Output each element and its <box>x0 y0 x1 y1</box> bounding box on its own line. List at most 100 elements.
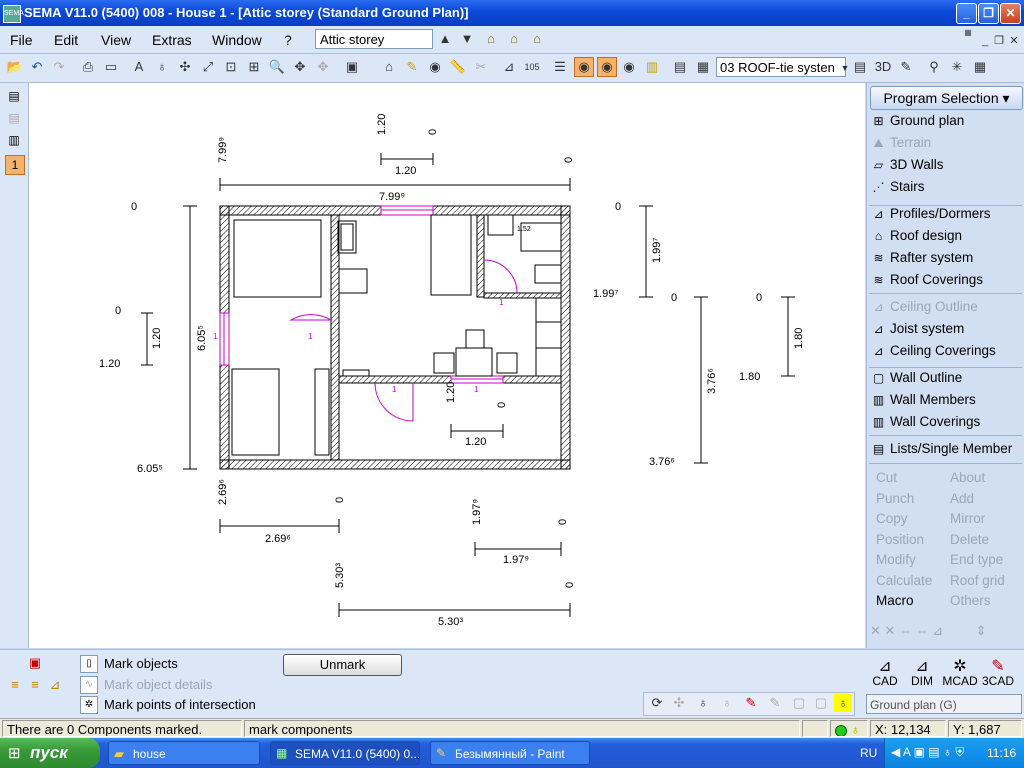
house-view-icon[interactable]: ⌂ <box>380 58 398 76</box>
eye-settings-icon[interactable]: ◉ <box>620 58 638 76</box>
display-icon[interactable]: ▦ <box>694 58 712 76</box>
cad-button[interactable]: ⊿ CAD <box>867 656 903 688</box>
dim-button[interactable]: ⊿ DIM <box>904 656 940 688</box>
3d-icon[interactable]: 3D <box>874 58 892 76</box>
snap-tool-icon[interactable]: ✎ <box>742 694 760 712</box>
command-delete[interactable]: Delete <box>950 532 989 547</box>
eye-icon[interactable]: ◉ <box>426 58 444 76</box>
dimension-icon[interactable]: ⊿ <box>500 58 518 76</box>
mcad-button[interactable]: ✲ MCAD <box>942 656 978 688</box>
house-icon-2[interactable]: ⌂ <box>505 30 523 48</box>
command-punch[interactable]: Punch <box>876 491 914 506</box>
mark-objects-option[interactable]: Mark objects <box>104 656 178 671</box>
program-item-profiles-dormers[interactable]: ⊿ Profiles/Dormers <box>871 206 990 221</box>
mark-details-option[interactable]: Mark object details <box>104 677 212 692</box>
list-icon[interactable]: ▤ <box>851 58 869 76</box>
menu-edit[interactable]: Edit <box>54 32 78 48</box>
program-item-wall-members[interactable]: ▥ Wall Members <box>871 392 976 407</box>
close-button[interactable]: ✕ <box>1000 3 1021 24</box>
menu-view[interactable]: View <box>101 32 131 48</box>
program-item-ceiling-outline[interactable]: ⊿ Ceiling Outline <box>871 299 977 314</box>
program-item-ground-plan[interactable]: ⊞ Ground plan <box>871 113 964 128</box>
snap-box-icon[interactable]: ▢ <box>790 694 808 712</box>
snap-grid-icon[interactable]: ✣ <box>670 694 688 712</box>
ruler-icon[interactable]: 📏 <box>449 58 467 76</box>
program-selection-button[interactable]: Program Selection ▾ <box>870 86 1023 110</box>
menu-extras[interactable]: Extras <box>152 32 192 48</box>
floor-plan-drawing[interactable]: 1 1 1 1 1 1.52 7.99⁹ 1.20 7.99⁹ 1.20 0 0… <box>29 83 865 648</box>
storey-select[interactable]: Attic storey <box>315 29 433 49</box>
task-house[interactable]: house <box>108 741 260 765</box>
program-item-lists-single-member[interactable]: ▤ Lists/Single Member <box>871 441 1012 456</box>
snap-tool2-icon[interactable]: ✎ <box>766 694 784 712</box>
text-icon[interactable]: A <box>130 58 148 76</box>
grid-icon[interactable]: ▦ <box>971 58 989 76</box>
mark-objects-icon[interactable]: ▯ <box>80 655 98 673</box>
align-right-icon[interactable]: ⊿ <box>46 676 64 694</box>
eye-active-icon[interactable]: ◉ <box>574 57 594 77</box>
menu-help[interactable]: ? <box>284 32 292 48</box>
program-item-terrain[interactable]: ⛰ Terrain <box>871 135 931 151</box>
program-item-ceiling-coverings[interactable]: ⊿ Ceiling Coverings <box>871 343 995 358</box>
command-copy[interactable]: Copy <box>876 511 908 526</box>
align-left-icon[interactable]: ≡ <box>6 676 24 694</box>
unmark-button[interactable]: Unmark <box>283 654 402 676</box>
menu-file[interactable]: File <box>10 32 33 48</box>
language-indicator[interactable]: RU <box>860 746 877 760</box>
house-icon-3[interactable]: ⌂ <box>528 30 546 48</box>
program-item-roof-coverings[interactable]: ≋ Roof Coverings <box>871 272 983 287</box>
command-about[interactable]: About <box>950 470 985 485</box>
minimize-button[interactable]: _ <box>956 3 977 24</box>
task-paint[interactable]: Безымянный - Paint <box>430 741 590 765</box>
align-center-icon[interactable]: ≡ <box>26 676 44 694</box>
eye-filter-icon[interactable]: ◉ <box>597 57 617 77</box>
bulb-icon[interactable]: ♁ <box>153 58 171 76</box>
house-icon-1[interactable]: ⌂ <box>482 30 500 48</box>
layer-icon[interactable]: ☰ <box>551 58 569 76</box>
program-item-joist-system[interactable]: ⊿ Joist system <box>871 321 964 336</box>
3cad-button[interactable]: ✎ 3CAD <box>980 656 1016 688</box>
program-item-rafter-system[interactable]: ≋ Rafter system <box>871 250 973 265</box>
mark-details-icon[interactable]: ∿ <box>80 676 98 694</box>
wall-icon[interactable]: ▥ <box>643 58 661 76</box>
edit-tools-row[interactable]: ✕ ✕ ⇔ ⇔ ⊿ ⇕ <box>870 623 1021 643</box>
mark-tool-icon[interactable]: ▣ <box>26 654 44 672</box>
command-modify[interactable]: Modify <box>876 552 916 567</box>
openings[interactable] <box>219 205 518 422</box>
number-icon[interactable]: 105 <box>523 58 541 76</box>
clock[interactable]: 11:16 <box>987 746 1016 760</box>
program-item-wall-coverings[interactable]: ▥ Wall Coverings <box>871 414 980 429</box>
pencil-icon[interactable]: ✎ <box>403 58 421 76</box>
title-bar[interactable]: SEMA SEMA V11.0 (5400) 008 - House 1 - [… <box>0 0 1024 26</box>
command-calculate[interactable]: Calculate <box>876 573 932 588</box>
program-item-wall-outline[interactable]: ▢ Wall Outline <box>871 370 962 385</box>
zoom-page-icon[interactable]: ⊞ <box>245 58 263 76</box>
zoom-fit-icon[interactable]: ✣ <box>176 58 194 76</box>
pan-icon[interactable]: ✥ <box>291 58 309 76</box>
tray-icons[interactable]: ◀ A ▣ ▤ ♁ ⛨ <box>891 745 964 760</box>
command-position[interactable]: Position <box>876 532 924 547</box>
tool-disabled-icon[interactable]: ✂ <box>472 58 490 76</box>
undo-icon[interactable]: ↶ <box>28 58 46 76</box>
view3d-icon[interactable]: ▣ <box>343 58 361 76</box>
layers-disabled-icon[interactable]: ▤ <box>5 109 23 127</box>
layers-icon[interactable]: ▤ <box>5 87 23 105</box>
binoculars-icon[interactable]: ⚲ <box>925 58 943 76</box>
print-icon[interactable]: ⎙ <box>79 58 97 76</box>
command-cut[interactable]: Cut <box>876 470 897 485</box>
program-item-3d-walls[interactable]: ▱ 3D Walls <box>871 157 944 172</box>
menu-window[interactable]: Window <box>212 32 262 48</box>
roof-system-select[interactable]: 03 ROOF-tie systen <box>716 57 846 77</box>
task-sema[interactable]: SEMA V11.0 (5400) 0... <box>270 741 420 765</box>
command-add[interactable]: Add <box>950 491 974 506</box>
book-icon[interactable]: ▥ <box>5 131 23 149</box>
snap-light-icon[interactable]: ♁ <box>834 694 852 712</box>
command-end-type[interactable]: End type <box>950 552 1003 567</box>
command-mirror[interactable]: Mirror <box>950 511 985 526</box>
snap-rotate-icon[interactable]: ⟳ <box>648 694 666 712</box>
page-icon[interactable]: ▭ <box>102 58 120 76</box>
command-roof-grid[interactable]: Roof grid <box>950 573 1005 588</box>
intersection-icon[interactable]: ✲ <box>80 696 98 714</box>
program-item-roof-design[interactable]: ⌂ Roof design <box>871 228 962 243</box>
storey-number-button[interactable]: 1 <box>5 155 25 175</box>
